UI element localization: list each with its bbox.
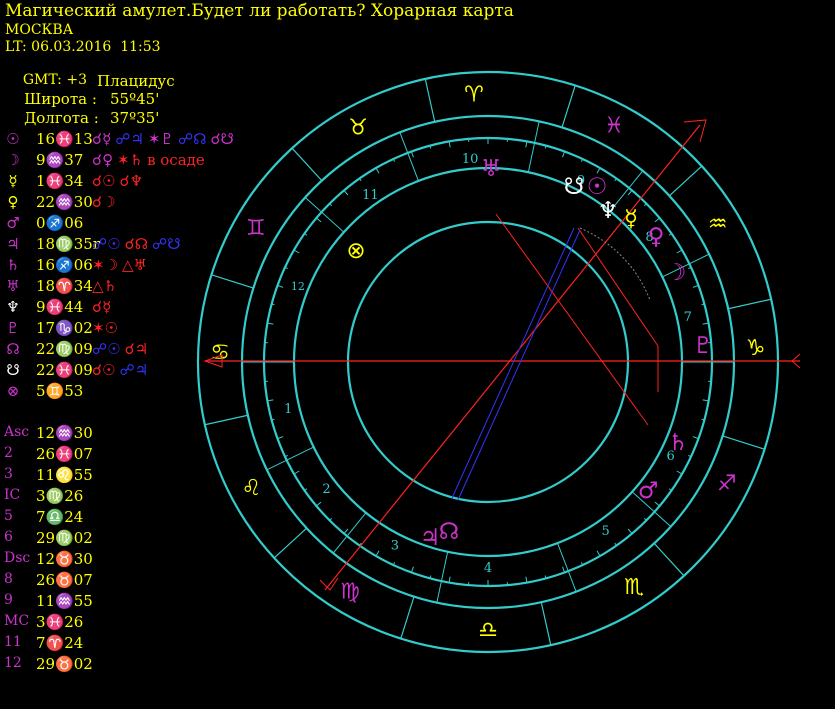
planet-glyph-venus: ♀ [648, 224, 665, 250]
horary-chart-wheel: ♈♓♒♑♐♏♎♍♌♋♊♉123456789101112☉☋♆ ☿♀☽♇♄♂☊♃♅⊗ [196, 70, 801, 654]
planet-glyph-fortune: ⊗ [346, 238, 365, 264]
sign-divider [291, 147, 323, 182]
mc-ic-axis [324, 124, 701, 591]
house-cusp-line [399, 132, 419, 182]
degree-tick [316, 217, 322, 223]
planet-glyph-moon: ☽ [666, 260, 687, 286]
aspect-line [577, 227, 659, 347]
house-cusp-line [527, 121, 540, 173]
zodiac-sign-glyph: ♎ [478, 618, 498, 643]
zodiac-sign-glyph: ♑ [746, 336, 766, 361]
degree-tick [359, 178, 362, 182]
planet-glyph-uranus: ♅ [481, 156, 502, 182]
zodiac-sign-glyph: ♈ [464, 82, 484, 107]
planet-glyph-south_node: ☋ [564, 174, 584, 200]
house-number: 12 [291, 280, 305, 293]
sign-divider [561, 85, 576, 128]
degree-tick [692, 436, 699, 440]
house-number: 3 [391, 539, 399, 554]
planet-glyph-mercury: ☿ [624, 206, 638, 232]
degree-tick [410, 151, 414, 158]
degree-tick [627, 528, 633, 534]
zodiac-sign-glyph: ♐ [717, 472, 737, 497]
degree-tick [277, 284, 284, 288]
aspect-line [451, 227, 575, 499]
degree-tick [668, 488, 672, 491]
degree-tick [676, 470, 683, 475]
zodiac-sign-glyph: ♋ [210, 341, 230, 366]
zodiac-sign-glyph: ♌ [242, 476, 262, 501]
degree-tick [676, 249, 683, 254]
zodiac-sign-glyph: ♒ [708, 212, 728, 237]
degree-tick [343, 190, 349, 196]
sign-divider [653, 542, 685, 577]
degree-tick [410, 566, 414, 573]
house-number: 1 [284, 402, 292, 417]
degree-tick [668, 233, 672, 236]
zodiac-sign-glyph: ♍ [340, 580, 360, 605]
degree-tick [596, 167, 601, 174]
degree-tick [277, 436, 284, 440]
planet-glyph-neptune: ♆ [598, 198, 619, 224]
aspect-line [579, 227, 651, 301]
planet-glyph-jupiter: ♃ [420, 525, 441, 551]
zodiac-sign-glyph: ♉ [348, 116, 368, 141]
degree-tick [562, 151, 566, 158]
house-number: 4 [484, 561, 492, 576]
degree-tick [293, 470, 300, 475]
planet-glyph-pluto: ♇ [693, 333, 714, 359]
zodiac-sign-glyph: ♊ [246, 216, 266, 241]
degree-tick [375, 167, 380, 174]
degree-tick [614, 178, 617, 182]
planet-glyph-north_node: ☊ [439, 519, 459, 545]
sign-divider [273, 527, 308, 559]
wheel-ring [346, 220, 630, 504]
house-cusp-line [304, 197, 345, 233]
sign-divider [204, 414, 248, 426]
aspect-line [495, 213, 649, 426]
sign-divider [400, 596, 415, 639]
planet-glyph-mars: ♂ [638, 478, 659, 504]
house-number: 7 [684, 310, 692, 325]
degree-tick [316, 501, 322, 507]
degree-tick [304, 488, 308, 491]
aspect-line [457, 229, 581, 501]
zodiac-sign-glyph: ♓ [604, 113, 624, 138]
sign-divider [424, 78, 436, 122]
degree-tick [293, 249, 300, 254]
degree-tick [614, 542, 617, 546]
house-number: 11 [362, 188, 379, 203]
degree-tick [654, 217, 660, 223]
sign-divider [668, 165, 703, 197]
degree-tick [304, 233, 308, 236]
degree-tick [627, 190, 633, 196]
sign-divider [728, 298, 772, 310]
sign-divider [211, 274, 254, 289]
sign-divider [540, 602, 552, 646]
house-number: 10 [462, 152, 479, 167]
ic-mark [319, 577, 339, 591]
wheel-ring [240, 114, 736, 610]
zodiac-sign-glyph: ♏ [624, 575, 644, 600]
house-number: 2 [322, 482, 330, 497]
planet-glyph-saturn: ♄ [668, 430, 689, 456]
degree-tick [596, 550, 601, 557]
sign-divider [722, 435, 765, 450]
degree-tick [343, 528, 349, 534]
house-cusp-line [557, 542, 577, 592]
degree-tick [692, 284, 699, 288]
degree-tick [562, 566, 566, 573]
degree-tick [375, 550, 380, 557]
house-number: 5 [601, 524, 609, 539]
house-cusp-line [436, 551, 449, 603]
planet-glyph-sun: ☉ [587, 174, 608, 200]
